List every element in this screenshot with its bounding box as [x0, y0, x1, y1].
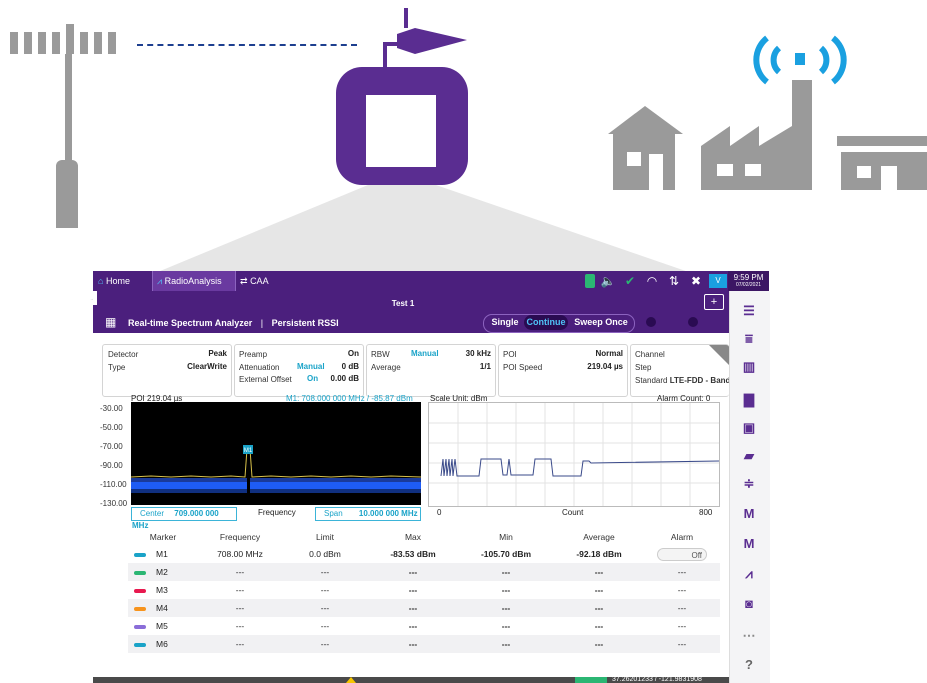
- count-axis-min: 0: [437, 508, 442, 517]
- pulse-icon: ⩘: [157, 276, 163, 286]
- vnc-icon[interactable]: V: [709, 274, 727, 288]
- corner-settings-icon[interactable]: [709, 345, 729, 365]
- tools-icon[interactable]: ✖: [687, 274, 705, 288]
- col-limit: Limit: [316, 532, 334, 542]
- count-axis-label: Count: [562, 508, 584, 517]
- poi-panel[interactable]: POI Normal POI Speed 219.04 µs: [498, 344, 628, 397]
- col-max: Max: [404, 532, 422, 542]
- warning-icon[interactable]: [346, 677, 356, 683]
- settings-sliders-icon[interactable]: ⩸: [729, 331, 769, 347]
- y-tick: -70.00: [100, 442, 123, 451]
- folder-icon[interactable]: ▰: [729, 448, 769, 464]
- span-box[interactable]: Span 10.000 000 MHz: [315, 507, 421, 521]
- speaker-icon[interactable]: 🔈: [599, 274, 617, 288]
- lock-icon[interactable]: ▇: [729, 392, 769, 408]
- col-alarm: Alarm: [670, 532, 694, 542]
- frequency-axis-label: Frequency: [258, 508, 296, 517]
- tab-radioanalysis[interactable]: ⩘ RadioAnalysis: [152, 271, 236, 291]
- antenna-icon: [383, 8, 467, 70]
- marker-icon[interactable]: M: [729, 536, 769, 551]
- tab-caa[interactable]: ⇄ CAA: [240, 271, 280, 291]
- grid-layout-icon[interactable]: ▥: [729, 359, 769, 375]
- preamp-panel[interactable]: Preamp On Attenuation Manual 0 dB Extern…: [234, 344, 364, 397]
- y-tick: -110.00: [100, 480, 127, 489]
- more-icon[interactable]: ⋯: [729, 628, 769, 644]
- home-icon: ⌂: [98, 276, 104, 286]
- marker-color-icon: [134, 570, 146, 575]
- col-frequency: Frequency: [219, 532, 261, 542]
- marker-color-icon: [134, 552, 146, 557]
- gps-coordinates: 37.26201233 / -121.9831908: [612, 676, 702, 683]
- gps-icon: ⇅: [668, 274, 680, 288]
- table-row[interactable]: M6 --- --- --- --- --- ---: [128, 635, 720, 653]
- marker-color-icon: [134, 624, 146, 629]
- col-min: Min: [499, 532, 513, 542]
- y-tick: -130.00: [100, 499, 128, 508]
- alarm-toggle[interactable]: Off: [657, 547, 707, 561]
- apps-grid-icon[interactable]: ▦: [105, 316, 116, 328]
- trace-icon[interactable]: ≑: [729, 476, 769, 492]
- gps-status-icon: [575, 677, 607, 683]
- spectrum-display[interactable]: M1: [131, 402, 421, 505]
- sweep-once-button[interactable]: Sweep Once: [572, 315, 630, 330]
- check-icon: ✔: [624, 274, 636, 288]
- clock: 9:59 PM 07/02/2021: [728, 271, 769, 291]
- signal-link-line: [137, 44, 357, 46]
- wifi-icon[interactable]: ◠: [643, 274, 661, 288]
- battery-icon: [585, 274, 595, 288]
- persistence-trace: M1: [131, 445, 421, 505]
- help-icon[interactable]: ?: [729, 657, 769, 672]
- sweep-continue-button[interactable]: Continue: [524, 315, 568, 330]
- detector-panel[interactable]: Detector Peak Type ClearWrite: [102, 344, 232, 397]
- y-tick: -90.00: [100, 461, 123, 470]
- count-axis-max: 800: [699, 508, 713, 517]
- add-tab-button[interactable]: +: [704, 294, 724, 310]
- device-screen: [366, 95, 436, 167]
- table-row[interactable]: M2 --- --- --- --- --- ---: [128, 563, 720, 581]
- test-title: Test 1: [391, 299, 415, 308]
- table-header-row: Marker Frequency Limit Max Min Average A…: [128, 529, 720, 545]
- marker-color-icon: [134, 642, 146, 647]
- count-trace: [429, 403, 720, 506]
- menu-icon[interactable]: ☰: [729, 303, 769, 319]
- marker-tag: M1: [244, 448, 253, 454]
- table-row[interactable]: M3 --- --- --- --- --- ---: [128, 581, 720, 599]
- tab-home[interactable]: ⌂ Home: [98, 271, 146, 291]
- col-average: Average: [583, 532, 615, 542]
- save-icon[interactable]: ▣: [729, 420, 769, 436]
- table-row[interactable]: M5 --- --- --- --- --- ---: [128, 617, 720, 635]
- center-frequency-box[interactable]: Center 709.000 000 MHz: [131, 507, 237, 530]
- col-marker: Marker: [149, 532, 177, 542]
- table-row[interactable]: M1 708.00 MHz 0.0 dBm -83.53 dBm -105.70…: [128, 545, 720, 563]
- marker-peak-icon[interactable]: M: [729, 506, 769, 521]
- marker-color-icon: [134, 606, 146, 611]
- table-row[interactable]: M4 --- --- --- --- --- ---: [128, 599, 720, 617]
- marker-color-icon: [134, 588, 146, 593]
- y-tick: -50.00: [100, 423, 123, 432]
- channel-panel[interactable]: Channel Step Standard LTE-FDD - Band: [630, 344, 729, 397]
- signal-icon[interactable]: ⩘: [729, 566, 769, 582]
- sweep-single-button[interactable]: Single: [488, 315, 522, 330]
- status-icons: 🔈 ✔ ◠ ⇅ ✖ V: [585, 273, 727, 289]
- buildings-icon: [608, 80, 927, 190]
- count-display[interactable]: [428, 402, 720, 507]
- mode-title: Real-time Spectrum Analyzer | Persistent…: [128, 318, 339, 328]
- rbw-panel[interactable]: RBW Manual 30 kHz Average 1/1: [366, 344, 496, 397]
- y-tick: -30.00: [100, 404, 123, 413]
- hold-indicator-icon[interactable]: [688, 317, 698, 327]
- camera-icon[interactable]: ◙: [729, 596, 769, 611]
- record-indicator-icon[interactable]: [646, 317, 656, 327]
- swap-icon: ⇄: [240, 276, 248, 286]
- marker-table: Marker Frequency Limit Max Min Average A…: [128, 529, 720, 653]
